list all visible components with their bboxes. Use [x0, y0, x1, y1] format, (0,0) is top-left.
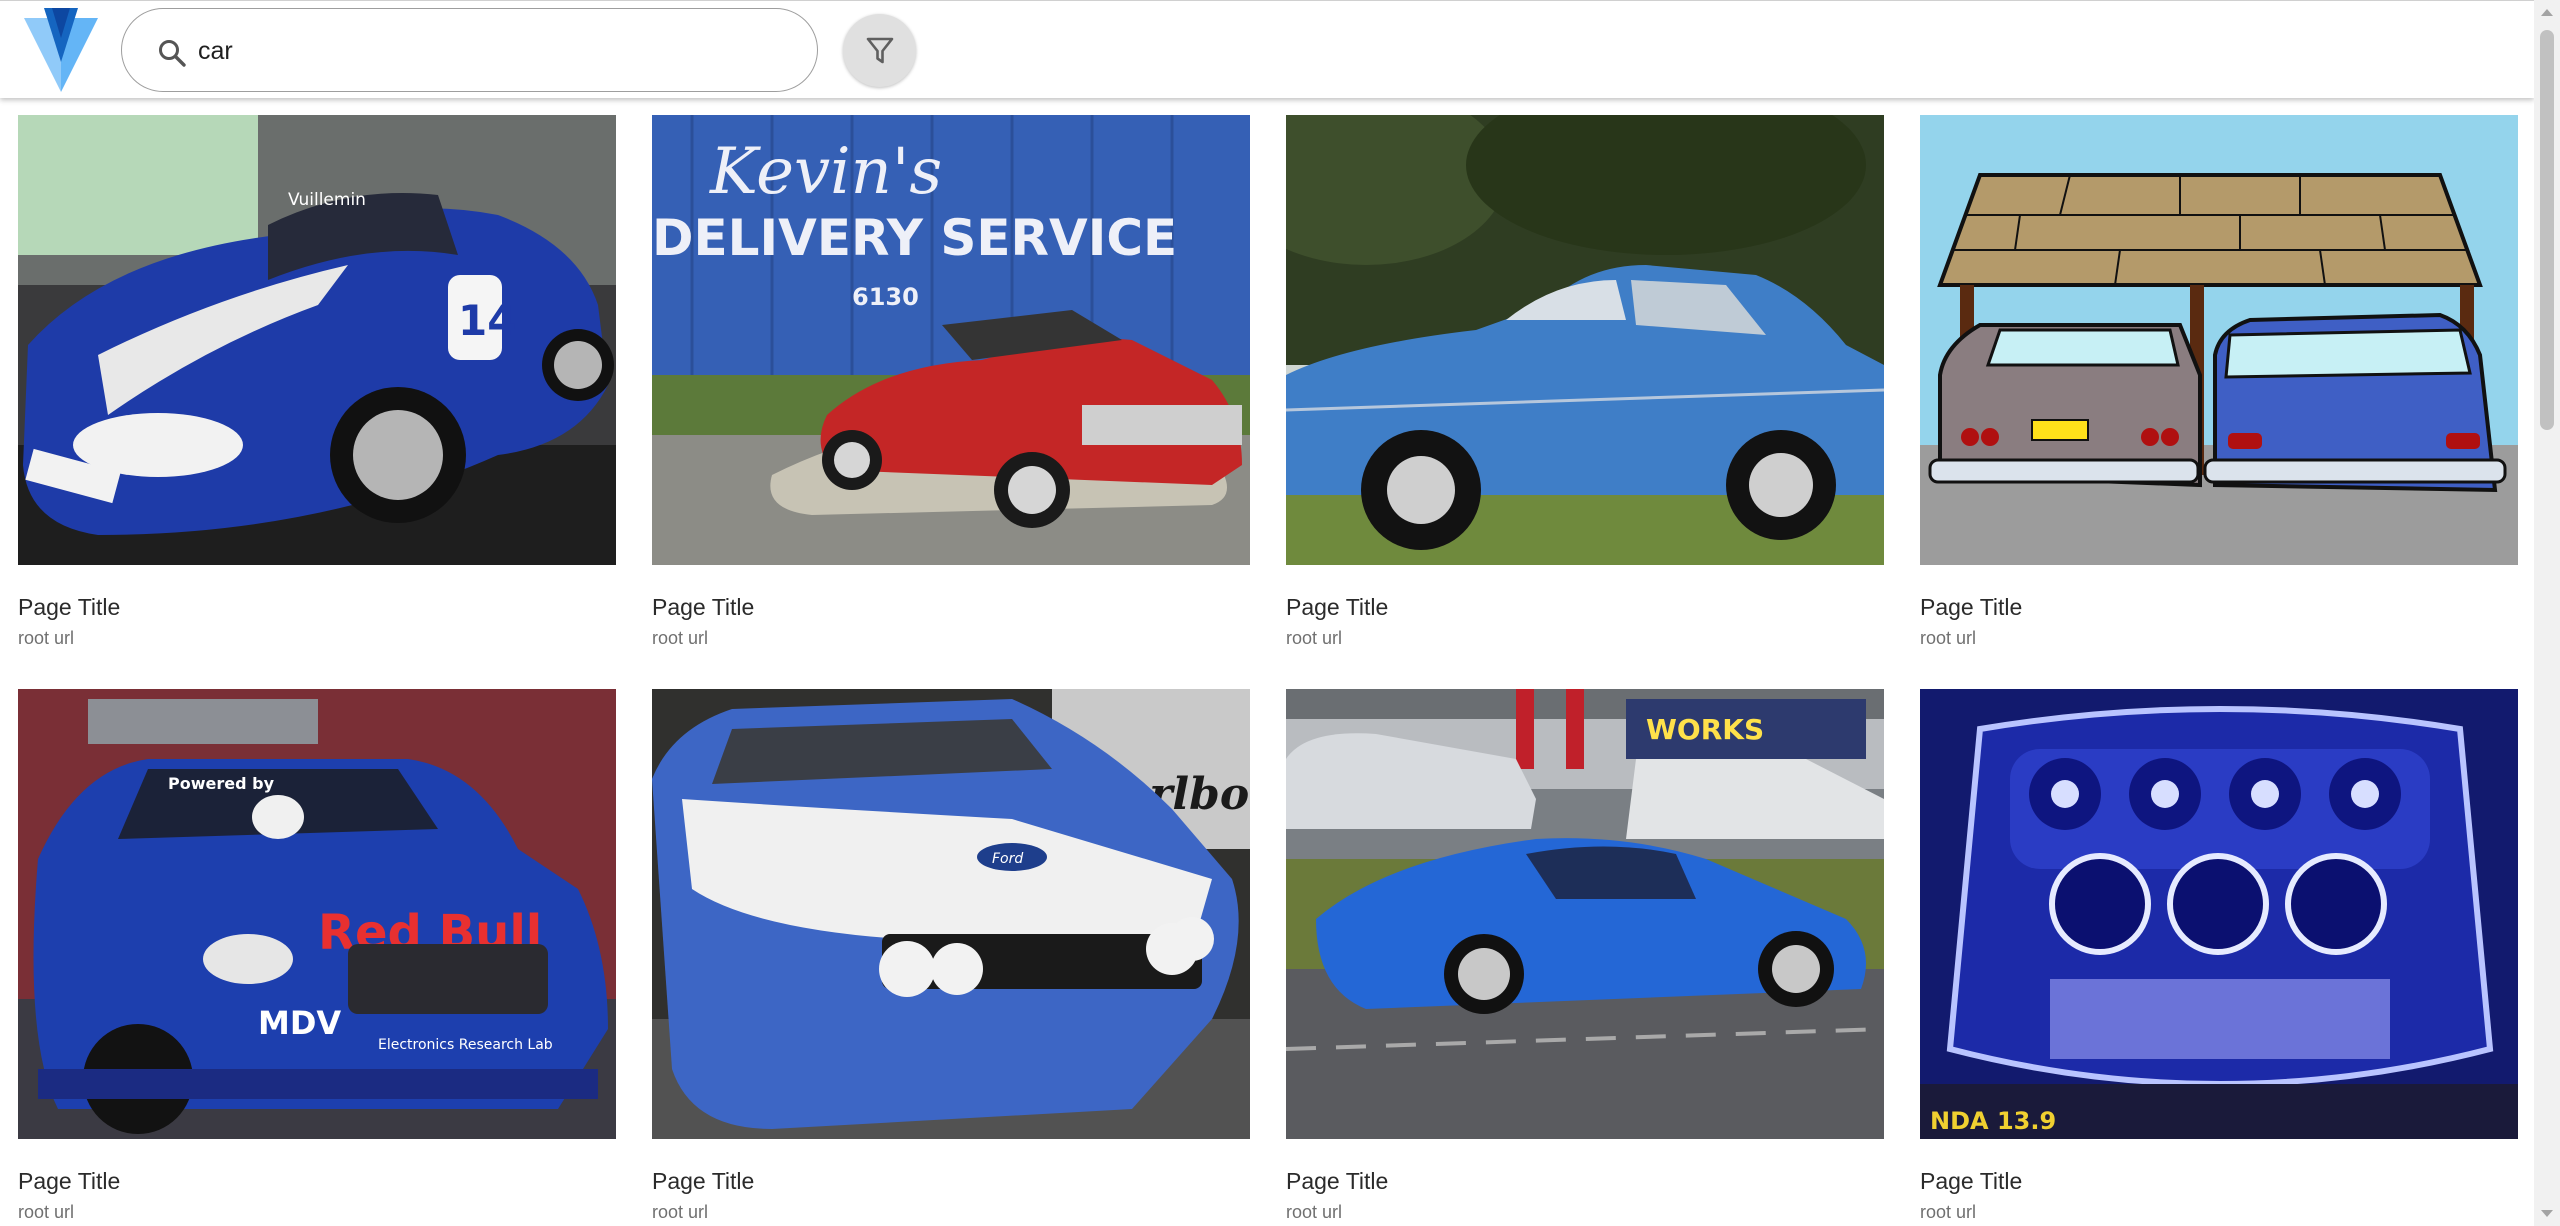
svg-text:6130: 6130 [852, 283, 919, 311]
result-thumbnail[interactable]: 14 Vuillemin [18, 115, 616, 565]
result-title[interactable]: Page Title [652, 1168, 754, 1195]
result-title[interactable]: Page Title [18, 1168, 120, 1195]
filter-button[interactable] [843, 14, 916, 87]
result-thumbnail[interactable]: Powered by Red Bull MDV Electronics Rese… [18, 689, 616, 1139]
svg-text:Ford: Ford [992, 851, 1023, 867]
app-bar [0, 0, 2534, 98]
svg-text:NDA 13.9: NDA 13.9 [1930, 1107, 2056, 1135]
result-thumbnail[interactable]: Kevin's DELIVERY SERVICE 6130 [652, 115, 1250, 565]
result-title[interactable]: Page Title [652, 594, 754, 621]
svg-text:Vuillemin: Vuillemin [288, 190, 366, 210]
result-url: root url [1286, 1202, 1343, 1222]
result-card[interactable]: Page Title root url [1286, 115, 1884, 648]
vuetify-logo[interactable] [24, 8, 98, 92]
filter-icon [866, 37, 894, 64]
result-card[interactable]: Page Title root url [1920, 115, 2518, 648]
svg-text:Electronics Research Lab: Electronics Research Lab [378, 1037, 553, 1053]
result-thumbnail[interactable]: NDA 13.9 [1920, 689, 2518, 1139]
result-card[interactable]: Kevin's DELIVERY SERVICE 6130 Page Title… [652, 115, 1250, 648]
result-thumbnail[interactable] [1286, 115, 1884, 565]
result-url: root url [1920, 1202, 1977, 1222]
result-title[interactable]: Page Title [1920, 594, 2022, 621]
result-title[interactable]: Page Title [18, 594, 120, 621]
result-url: root url [652, 628, 709, 648]
scroll-down-arrow[interactable] [2541, 1210, 2553, 1217]
page-scrollbar[interactable] [2534, 0, 2560, 1226]
result-url: root url [652, 1202, 709, 1222]
svg-text:MDV: MDV [258, 1004, 341, 1042]
result-card[interactable]: WORKS Page Title root url [1286, 689, 1884, 1222]
svg-text:14: 14 [458, 296, 516, 345]
result-card[interactable]: 14 Vuillemin Page Title root url [18, 115, 616, 648]
result-title[interactable]: Page Title [1286, 594, 1388, 621]
scroll-up-arrow[interactable] [2541, 9, 2553, 16]
scrollbar-thumb[interactable] [2540, 30, 2554, 430]
result-url: root url [18, 628, 75, 648]
result-thumbnail[interactable]: Marlboro Ford [652, 689, 1250, 1139]
search-bar[interactable] [121, 8, 818, 92]
result-url: root url [1920, 628, 1977, 648]
search-input[interactable] [198, 29, 778, 73]
result-title[interactable]: Page Title [1286, 1168, 1388, 1195]
svg-text:WORKS: WORKS [1646, 713, 1764, 746]
svg-text:Powered by: Powered by [168, 774, 275, 793]
svg-text:Kevin's: Kevin's [709, 135, 942, 209]
result-title[interactable]: Page Title [1920, 1168, 2022, 1195]
result-card[interactable]: Powered by Red Bull MDV Electronics Rese… [18, 689, 616, 1222]
result-card[interactable]: NDA 13.9 Page Title root url [1920, 689, 2518, 1222]
search-icon [159, 40, 186, 67]
result-thumbnail[interactable] [1920, 115, 2518, 565]
result-card[interactable]: Marlboro Ford Page Title root url [652, 689, 1250, 1222]
svg-text:DELIVERY SERVICE: DELIVERY SERVICE [652, 209, 1177, 267]
result-thumbnail[interactable]: WORKS [1286, 689, 1884, 1139]
result-url: root url [1286, 628, 1343, 648]
result-url: root url [18, 1202, 75, 1222]
